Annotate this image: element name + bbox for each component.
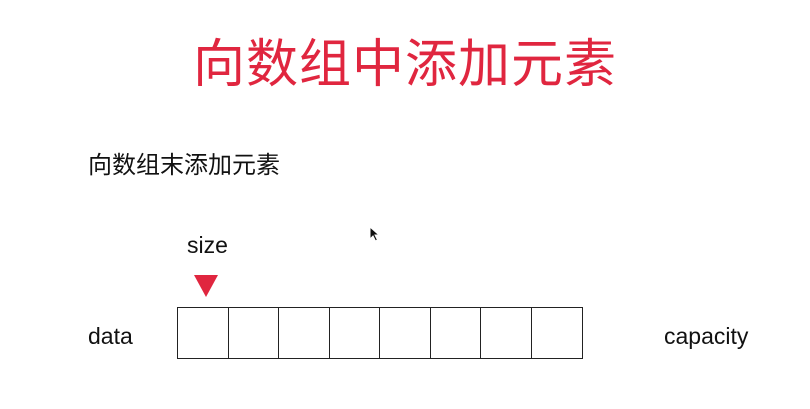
array-cell	[429, 307, 482, 359]
down-triangle-icon	[194, 275, 218, 297]
array-cells	[177, 307, 583, 359]
array-label: data	[88, 323, 133, 349]
capacity-label: capacity	[664, 323, 749, 349]
array-cell	[530, 307, 583, 359]
array-cell	[379, 307, 431, 359]
array-cell	[177, 307, 229, 359]
size-pointer-label: size	[187, 232, 228, 258]
slide-title: 向数组中添加元素	[192, 35, 617, 95]
array-cell	[278, 307, 330, 359]
array-cell	[227, 307, 280, 359]
array-cell	[328, 307, 381, 359]
array-cell	[480, 307, 532, 359]
mouse-cursor-icon	[369, 226, 381, 242]
slide-subtitle: 向数组末添加元素	[88, 151, 280, 179]
